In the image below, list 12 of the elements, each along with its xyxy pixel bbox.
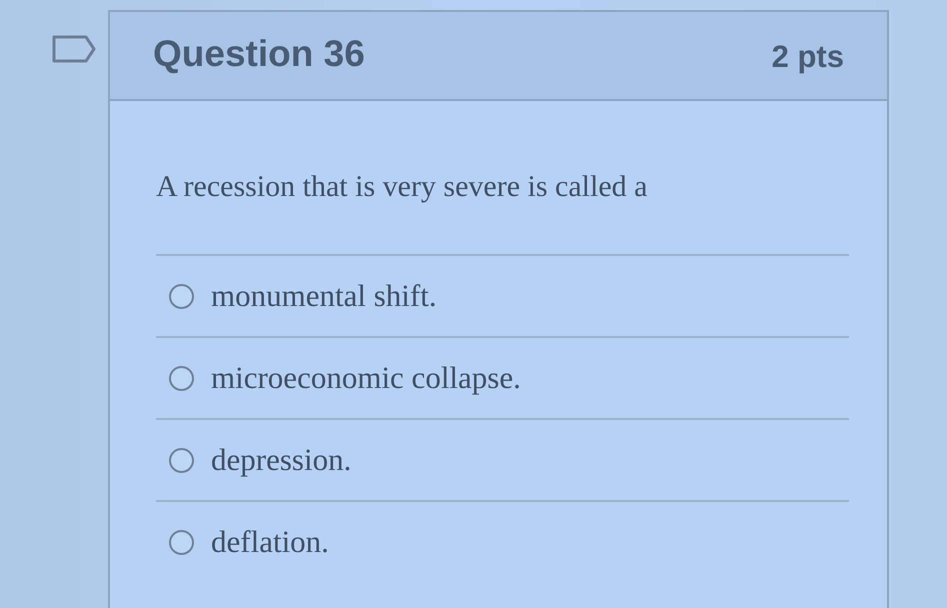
question-title: Question 36 (153, 32, 365, 74)
radio-button[interactable] (169, 530, 194, 554)
points-label: 2 pts (772, 38, 844, 74)
answer-label[interactable]: monumental shift. (211, 276, 437, 316)
flag-icon[interactable] (52, 35, 96, 63)
radio-button[interactable] (169, 366, 194, 390)
answer-label[interactable]: microeconomic collapse. (211, 358, 521, 398)
answer-label[interactable]: depression. (211, 440, 352, 480)
radio-button[interactable] (169, 284, 194, 308)
radio-button[interactable] (169, 448, 194, 472)
question-text: A recession that is very severe is called a (156, 167, 849, 256)
answer-label[interactable]: deflation. (211, 522, 329, 562)
